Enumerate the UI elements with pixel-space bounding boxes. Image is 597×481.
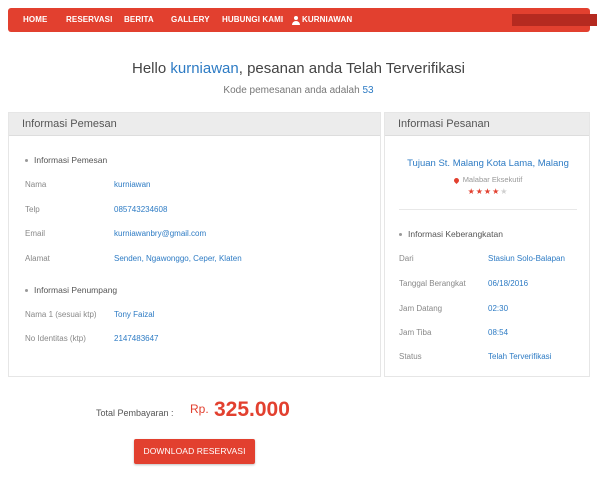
section-title-pemesan: Informasi Pemesan [25, 155, 107, 165]
bullet-icon [25, 159, 28, 163]
field-value-jam-datang: 02:30 [488, 304, 509, 313]
nav-user-menu[interactable]: KURNIAWAN [292, 8, 352, 32]
field-value-alamat: Senden, Ngawonggo, Ceper, Klaten [114, 254, 242, 263]
field-label-email: Email [25, 229, 46, 238]
star-icon: ★ [475, 187, 484, 196]
section-title-penumpang: Informasi Penumpang [25, 285, 117, 295]
nav-reservasi-link[interactable]: RESERVASI [66, 8, 112, 32]
total-payment-amount: 325.000 [214, 398, 290, 421]
panel-header-pemesan: Informasi Pemesan [9, 113, 380, 136]
divider [399, 209, 577, 210]
field-value-tanggal-berangkat: 06/18/2016 [488, 279, 529, 288]
bullet-icon [399, 233, 402, 237]
field-label-dari: Dari [399, 254, 414, 263]
greeting-hello: Hello [132, 60, 167, 77]
field-label-tanggal-berangkat: Tanggal Berangkat [399, 279, 466, 288]
star-icon: ★ [467, 187, 476, 196]
greeting-message: , pesanan anda Telah Terverifikasi [238, 60, 465, 77]
field-label-status: Status [399, 352, 422, 361]
star-empty-icon: ★ [500, 187, 509, 196]
navbar-right-box [512, 14, 597, 26]
nav-user-name: KURNIAWAN [302, 15, 353, 24]
train-class: Malabar Eksekutif [385, 175, 591, 184]
greeting-user-name: kurniawan [170, 60, 239, 77]
nav-home-link[interactable]: HOME [23, 8, 47, 32]
field-label-telp: Telp [25, 205, 40, 214]
field-value-nama: kurniawan [114, 180, 151, 189]
download-reservasi-button[interactable]: DOWNLOAD RESERVASI [134, 439, 255, 464]
panel-informasi-pesanan: Informasi Pesanan Tujuan St. Malang Kota… [384, 112, 590, 377]
route-destination: Tujuan St. Malang Kota Lama, Malang [407, 158, 569, 169]
field-label-no-identitas: No Identitas (ktp) [25, 334, 86, 343]
field-label-alamat: Alamat [25, 254, 50, 263]
field-label-nama-penumpang: Nama 1 (sesuai ktp) [25, 310, 97, 319]
booking-code-text: Kode pemesanan anda adalah [223, 85, 360, 96]
field-label-jam-tiba: Jam Tiba [399, 328, 432, 337]
bullet-icon [25, 289, 28, 293]
field-value-email: kurniawanbry@gmail.com [114, 229, 207, 238]
greeting-heading: Hello kurniawan, pesanan anda Telah Terv… [0, 60, 597, 77]
nav-hubungi-kami-link[interactable]: HUBUNGI KAMI [222, 8, 283, 32]
field-value-telp: 085743234608 [114, 205, 168, 214]
top-navbar: HOME RESERVASI BERITA GALLERY HUBUNGI KA… [8, 8, 597, 32]
location-pin-icon [452, 176, 460, 184]
field-label-nama: Nama [25, 180, 47, 189]
section-title-keberangkatan: Informasi Keberangkatan [399, 229, 503, 239]
field-value-no-identitas: 2147483647 [114, 334, 159, 343]
train-rating: ★★★★★ [385, 187, 591, 196]
nav-berita-link[interactable]: BERITA [124, 8, 154, 32]
total-payment-currency: Rp. [190, 402, 209, 416]
field-value-dari: Stasiun Solo-Balapan [488, 254, 565, 263]
user-icon [292, 15, 300, 25]
field-label-jam-datang: Jam Datang [399, 304, 443, 313]
total-payment-label: Total Pembayaran : [96, 408, 174, 418]
booking-code-line: Kode pemesanan anda adalah 53 [0, 85, 597, 96]
field-value-jam-tiba: 08:54 [488, 328, 509, 337]
booking-code: 53 [362, 85, 374, 96]
panel-header-pesanan: Informasi Pesanan [385, 113, 589, 136]
field-value-nama-penumpang: Tony Faizal [114, 310, 155, 319]
nav-gallery-link[interactable]: GALLERY [171, 8, 210, 32]
star-icon: ★ [483, 187, 493, 196]
panel-informasi-pemesan: Informasi Pemesan Informasi Pemesan Nama… [8, 112, 381, 377]
field-value-status: Telah Terverifikasi [488, 352, 552, 361]
